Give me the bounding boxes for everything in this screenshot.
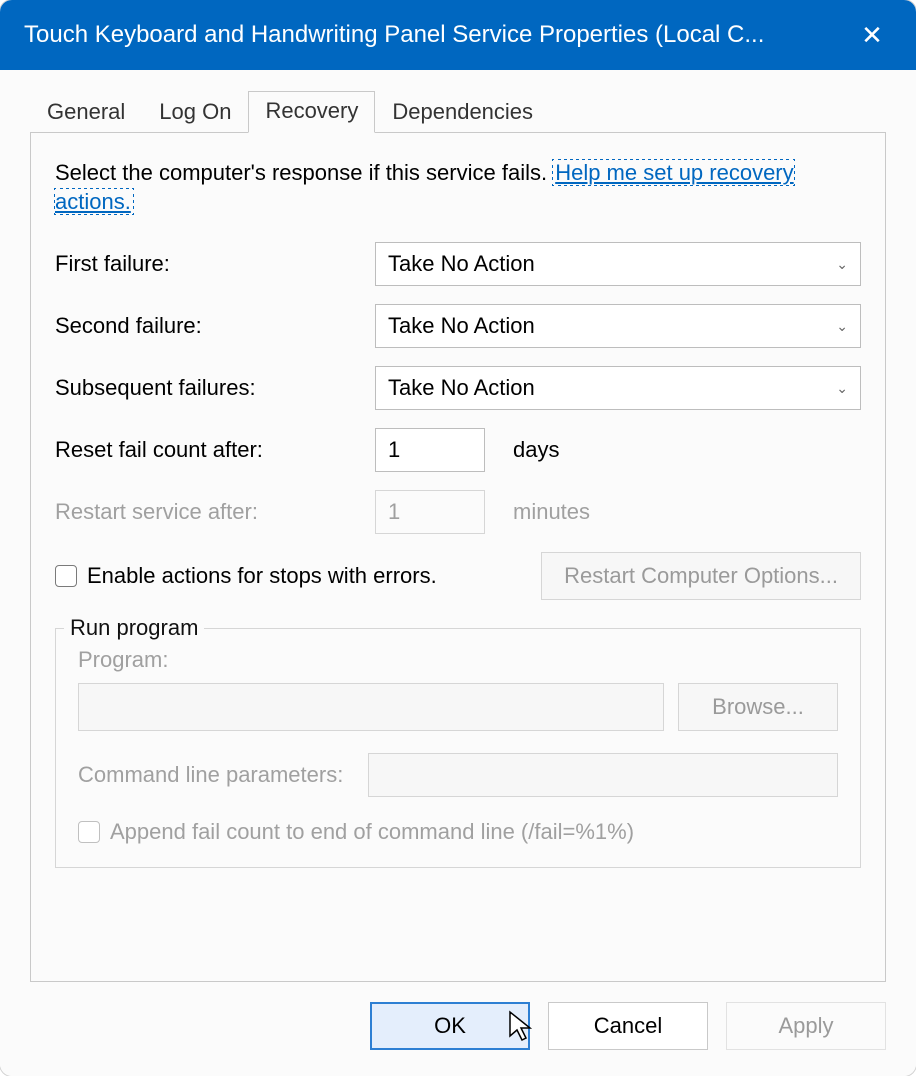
enable-actions-checkbox[interactable]: [55, 565, 77, 587]
client-area: General Log On Recovery Dependencies Sel…: [0, 70, 916, 982]
first-failure-select[interactable]: Take No Action ⌄: [375, 242, 861, 286]
first-failure-label: First failure:: [55, 251, 375, 277]
tab-general[interactable]: General: [30, 92, 142, 133]
enable-actions-label: Enable actions for stops with errors.: [87, 563, 437, 589]
tab-dependencies[interactable]: Dependencies: [375, 92, 550, 133]
dialog-buttons: OK Cancel Apply: [0, 982, 916, 1076]
run-program-group: Run program Program: Browse... Command l…: [55, 628, 861, 868]
program-input: [78, 683, 664, 731]
properties-dialog: Touch Keyboard and Handwriting Panel Ser…: [0, 0, 916, 1076]
cmd-params-input: [368, 753, 838, 797]
run-program-legend: Run program: [64, 615, 204, 641]
restart-computer-options-button: Restart Computer Options...: [541, 552, 861, 600]
restart-service-value: 1: [388, 499, 400, 525]
reset-fail-count-unit: days: [513, 437, 559, 463]
close-icon: ✕: [861, 20, 883, 51]
intro-static: Select the computer's response if this s…: [55, 160, 547, 185]
append-fail-count-checkbox: [78, 821, 100, 843]
reset-fail-count-input[interactable]: 1: [375, 428, 485, 472]
tab-logon[interactable]: Log On: [142, 92, 248, 133]
subsequent-failures-select[interactable]: Take No Action ⌄: [375, 366, 861, 410]
ok-button[interactable]: OK: [370, 1002, 530, 1050]
reset-fail-count-label: Reset fail count after:: [55, 437, 375, 463]
recovery-panel: Select the computer's response if this s…: [30, 132, 886, 982]
tab-recovery[interactable]: Recovery: [248, 91, 375, 133]
program-label: Program:: [78, 647, 838, 673]
append-fail-count-label: Append fail count to end of command line…: [110, 819, 634, 845]
first-failure-value: Take No Action: [388, 251, 535, 277]
second-failure-value: Take No Action: [388, 313, 535, 339]
chevron-down-icon: ⌄: [836, 256, 848, 273]
window-title: Touch Keyboard and Handwriting Panel Ser…: [24, 21, 852, 49]
reset-fail-count-value: 1: [388, 437, 400, 463]
second-failure-label: Second failure:: [55, 313, 375, 339]
subsequent-failures-value: Take No Action: [388, 375, 535, 401]
restart-service-label: Restart service after:: [55, 499, 375, 525]
second-failure-select[interactable]: Take No Action ⌄: [375, 304, 861, 348]
cmd-params-label: Command line parameters:: [78, 762, 368, 788]
titlebar: Touch Keyboard and Handwriting Panel Ser…: [0, 0, 916, 70]
tab-strip: General Log On Recovery Dependencies: [30, 90, 886, 132]
browse-button: Browse...: [678, 683, 838, 731]
close-button[interactable]: ✕: [852, 15, 892, 55]
restart-service-unit: minutes: [513, 499, 590, 525]
chevron-down-icon: ⌄: [836, 318, 848, 335]
chevron-down-icon: ⌄: [836, 380, 848, 397]
subsequent-failures-label: Subsequent failures:: [55, 375, 375, 401]
apply-button: Apply: [726, 1002, 886, 1050]
intro-text: Select the computer's response if this s…: [55, 159, 861, 216]
restart-service-input: 1: [375, 490, 485, 534]
cancel-button[interactable]: Cancel: [548, 1002, 708, 1050]
